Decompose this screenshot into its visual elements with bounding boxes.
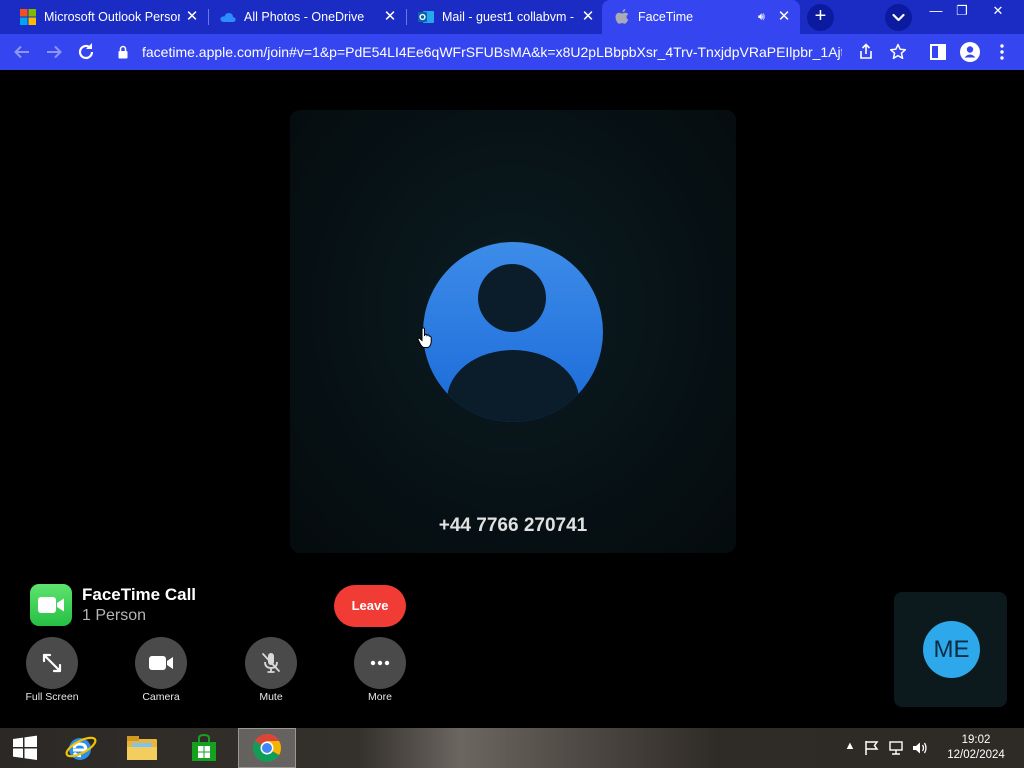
store-icon <box>192 733 216 761</box>
share-icon[interactable] <box>856 42 876 62</box>
restore-button[interactable]: ❐ <box>947 2 977 20</box>
url-text[interactable]: facetime.apple.com/join#v=1&p=PdE54LI4Ee… <box>142 44 842 60</box>
network-icon[interactable] <box>888 740 904 756</box>
speaker-icon[interactable]: 🔊︎ <box>758 11 772 24</box>
self-avatar: ME <box>923 621 980 678</box>
close-tab-icon[interactable]: ✕ <box>580 9 596 25</box>
person-icon <box>447 264 579 422</box>
chevron-down-icon <box>892 13 905 22</box>
chrome-icon <box>253 734 281 762</box>
system-clock[interactable]: 19:02 12/02/2024 <box>930 733 1022 763</box>
more-button[interactable] <box>354 637 406 689</box>
arrow-right-icon <box>47 45 62 59</box>
file-explorer-icon <box>127 736 157 760</box>
tab-title: All Photos - OneDrive <box>244 10 365 24</box>
microsoft-icon <box>20 9 36 25</box>
start-button[interactable] <box>0 728 50 768</box>
lock-icon[interactable] <box>118 45 128 59</box>
mute-label: Mute <box>259 691 283 703</box>
self-view-tile[interactable]: ME <box>894 592 1007 707</box>
fullscreen-label: Full Screen <box>25 691 79 703</box>
fullscreen-button[interactable] <box>26 637 78 689</box>
tab-title: Mail - guest1 collabvm - <box>442 10 574 24</box>
taskbar-internet-explorer[interactable] <box>52 728 110 768</box>
side-panel-button[interactable] <box>926 40 950 64</box>
more-label: More <box>368 691 392 703</box>
profile-button[interactable] <box>958 40 982 64</box>
back-button[interactable] <box>10 40 34 64</box>
camera-label: Camera <box>142 691 180 703</box>
action-center-flag-icon[interactable] <box>864 740 880 756</box>
side-panel-icon <box>930 44 946 60</box>
volume-icon[interactable] <box>912 740 928 756</box>
tab-outlook-personal[interactable]: Microsoft Outlook Persor ✕ <box>8 0 208 34</box>
more-icon <box>370 660 390 666</box>
tab-strip: Microsoft Outlook Persor ✕ All Photos - … <box>0 0 1024 34</box>
outlook-icon <box>418 9 434 25</box>
leave-call-button[interactable]: Leave <box>334 585 406 627</box>
browser-toolbar: facetime.apple.com/join#v=1&p=PdE54LI4Ee… <box>0 34 1024 70</box>
taskbar-store[interactable] <box>175 728 233 768</box>
clock-date: 12/02/2024 <box>947 749 1005 761</box>
taskbar-file-explorer[interactable] <box>113 728 171 768</box>
apple-icon <box>614 9 630 25</box>
close-tab-icon[interactable]: ✕ <box>184 9 200 25</box>
windows-taskbar: ▲ 19:02 12/02/2024 <box>0 728 1024 768</box>
participant-count: 1 Person <box>82 607 147 624</box>
tab-title: FaceTime <box>638 10 694 24</box>
reload-icon <box>78 43 94 60</box>
camera-button[interactable] <box>135 637 187 689</box>
close-tab-icon[interactable]: ✕ <box>382 9 398 25</box>
new-tab-button[interactable]: + <box>807 4 834 31</box>
close-window-button[interactable]: ✕ <box>983 2 1013 20</box>
tab-facetime[interactable]: FaceTime 🔊︎ ✕ <box>602 0 800 34</box>
internet-explorer-icon <box>65 736 97 760</box>
hand-cursor-icon <box>417 327 432 348</box>
tab-onedrive[interactable]: All Photos - OneDrive ✕ <box>208 0 406 34</box>
arrow-left-icon <box>14 45 29 59</box>
profile-icon <box>960 42 980 62</box>
clock-time: 19:02 <box>961 734 991 746</box>
tab-search-button[interactable] <box>885 4 912 31</box>
close-tab-icon[interactable]: ✕ <box>776 9 792 25</box>
address-bar[interactable]: facetime.apple.com/join#v=1&p=PdE54LI4Ee… <box>108 38 918 66</box>
tab-title: Microsoft Outlook Persor <box>44 10 180 24</box>
menu-button[interactable] <box>990 40 1014 64</box>
windows-start-icon <box>13 735 37 760</box>
facetime-app-icon <box>30 584 72 626</box>
show-hidden-icons[interactable]: ▲ <box>842 740 858 756</box>
participant-avatar <box>423 242 603 422</box>
taskbar-chrome[interactable] <box>238 728 296 768</box>
mic-off-icon <box>262 653 280 673</box>
call-title: FaceTime Call <box>82 585 197 604</box>
caller-number: +44 7766 270741 <box>438 515 588 536</box>
fullscreen-icon <box>42 653 62 673</box>
remote-participant-tile: +44 7766 270741 <box>290 110 736 553</box>
reload-button[interactable] <box>74 40 98 64</box>
kebab-menu-icon <box>1000 44 1004 60</box>
camera-icon <box>149 656 173 670</box>
forward-button[interactable] <box>42 40 66 64</box>
facetime-page: +44 7766 270741 FaceTime Call 1 Person L… <box>0 70 1024 728</box>
tab-mail[interactable]: Mail - guest1 collabvm - ✕ <box>406 0 604 34</box>
onedrive-icon <box>220 9 236 25</box>
mute-button[interactable] <box>245 637 297 689</box>
bookmark-star-icon[interactable] <box>888 42 908 62</box>
